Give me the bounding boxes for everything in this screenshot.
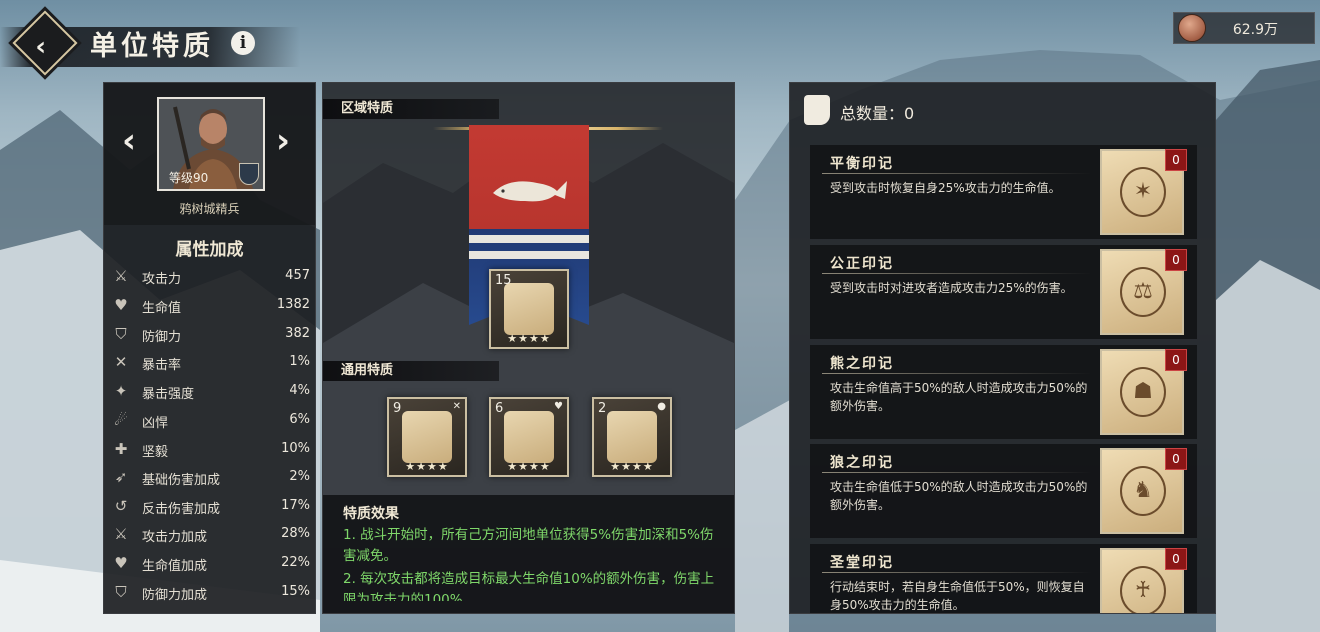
info-icon[interactable]: i: [231, 31, 255, 55]
banner-stripe: [469, 251, 589, 259]
stat-row-health: ♥ 生命值 1382: [112, 293, 310, 317]
counter-damage-icon: ↺: [114, 497, 128, 515]
stat-row-attack-bonus: ⚔ 攻击力加成 28%: [112, 522, 310, 546]
fortitude-icon: ✚: [114, 440, 128, 458]
dagger-scroll-icon: [504, 411, 554, 463]
currency-value: 62.9万: [1232, 22, 1278, 38]
trait-type-icon: ♥: [554, 401, 563, 412]
traits-panel: 区域特质 15 ★★★★ 通用特质 9 ✕ ★★★★ 6 ♥ ★★★★ 2 ● …: [322, 82, 735, 614]
scales-emblem-icon: ⚖: [1120, 267, 1166, 317]
maiden-emblem-icon: ♰: [1120, 566, 1166, 613]
trait-type-icon: ●: [657, 401, 666, 412]
sword-icon: ⚔: [114, 267, 128, 285]
back-arrow-icon: ‹: [35, 32, 47, 63]
coin-icon: [1178, 14, 1206, 42]
stat-row-defense-bonus: ⛉ 防御力加成 15%: [112, 580, 310, 604]
top-bar: ‹ 单位特质 i: [0, 10, 1320, 76]
ferocity-icon: ☄: [114, 411, 128, 429]
dagger-scroll-icon: [402, 411, 452, 463]
general-trait-card[interactable]: 6 ♥ ★★★★: [489, 397, 569, 477]
trait-effects-title: 特质效果: [343, 506, 399, 522]
general-trait-card[interactable]: 2 ● ★★★★: [592, 397, 672, 477]
stat-row-ferocity: ☄ 凶悍 6%: [112, 408, 310, 432]
heart-icon: ♥: [114, 296, 128, 314]
general-traits-header: 通用特质: [323, 361, 499, 381]
trait-effects-box[interactable]: 特质效果 1. 战斗开始时，所有己方河间地单位获得5%伤害加深和5%伤害减免。 …: [323, 495, 734, 613]
defense-bonus-icon: ⛉: [115, 583, 127, 601]
trait-stars: ★★★★: [507, 332, 551, 345]
stat-row-counter-damage: ↺ 反击伤害加成 17%: [112, 494, 310, 518]
wolf-emblem-icon: ♞: [1120, 466, 1166, 516]
unit-name: 鸦树城精兵: [179, 202, 240, 216]
trait-type-icon: ✕: [452, 401, 461, 412]
base-damage-icon: ➶: [114, 468, 128, 486]
general-trait-card[interactable]: 9 ✕ ★★★★: [387, 397, 467, 477]
prev-unit-button[interactable]: ‹: [122, 121, 136, 161]
next-unit-button[interactable]: ›: [276, 121, 290, 161]
banner-stripe: [469, 235, 589, 243]
regional-trait-card[interactable]: 15 ★★★★: [489, 269, 569, 349]
attack-bonus-icon: ⚔: [114, 525, 128, 543]
seals-panel: 总数量：0 平衡印记 受到攻击时恢复自身25%攻击力的生命值。 ✶ 0 公正印记…: [789, 82, 1216, 614]
trait-scroll-icon: [504, 283, 554, 335]
stat-row-crit-strength: ✦ 暴击强度 4%: [112, 379, 310, 403]
seal-count-badge: 0: [1165, 548, 1187, 570]
star-emblem-icon: ✶: [1120, 167, 1166, 217]
shield-icon: ⛉: [115, 325, 127, 343]
stat-row-fortitude: ✚ 坚毅 10%: [112, 437, 310, 461]
attributes-title: 属性加成: [175, 240, 244, 260]
regional-traits-header: 区域特质: [323, 99, 499, 119]
stat-row-crit-rate: ✕ 暴击率 1%: [112, 350, 310, 374]
scroll-icon: [804, 95, 830, 125]
trait-count: 15: [495, 273, 512, 288]
unit-attributes-panel: ‹ 等级90 › 鸦树城精兵 属性加成 ⚔ 攻击力 457 ♥ 生命值 1382 ⛉ 防御…: [103, 82, 316, 614]
seal-item[interactable]: 公正印记 受到攻击时对进攻者造成攻击力25%的伤害。 ⚖ 0: [810, 245, 1197, 339]
currency-display: 62.9万: [1173, 12, 1315, 44]
trait-effect-line: 2. 每次攻击都将造成目标最大生命值10%的额外伤害，伤害上限为攻击力的100%: [343, 571, 715, 601]
seal-item[interactable]: 圣堂印记 行动结束时，若自身生命值低于50%，则恢复自身50%攻击力的生命值。 …: [810, 544, 1197, 613]
seal-count-badge: 0: [1165, 149, 1187, 171]
page-title: 单位特质: [90, 31, 214, 62]
seal-item[interactable]: 熊之印记 攻击生命值高于50%的敌人时造成攻击力50%的额外伤害。 ☗ 0: [810, 345, 1197, 439]
unit-selector: ‹ 等级90 › 鸦树城精兵: [104, 83, 315, 225]
seal-count-badge: 0: [1165, 249, 1187, 271]
stat-row-attack: ⚔ 攻击力 457: [112, 264, 310, 288]
crit-rate-icon: ✕: [114, 353, 128, 371]
seal-item[interactable]: 平衡印记 受到攻击时恢复自身25%攻击力的生命值。 ✶ 0: [810, 145, 1197, 239]
unit-portrait[interactable]: 等级90: [157, 97, 265, 191]
crit-strength-icon: ✦: [114, 382, 128, 400]
faction-badge-icon: [239, 163, 259, 185]
bear-emblem-icon: ☗: [1120, 367, 1166, 417]
health-bonus-icon: ♥: [114, 554, 128, 572]
dagger-scroll-icon: [607, 411, 657, 463]
stat-row-health-bonus: ♥ 生命值加成 22%: [112, 551, 310, 575]
trout-icon: [493, 181, 567, 202]
trait-effect-line: 1. 战斗开始时，所有己方河间地单位获得5%伤害加深和5%伤害减免。: [343, 527, 714, 564]
unit-level: 等级90: [169, 171, 209, 185]
seal-count-badge: 0: [1165, 448, 1187, 470]
seals-total: 总数量：0: [840, 104, 915, 123]
seal-count-badge: 0: [1165, 349, 1187, 371]
stat-row-defense: ⛉ 防御力 382: [112, 322, 310, 346]
seal-item[interactable]: 狼之印记 攻击生命值低于50%的敌人时造成攻击力50%的额外伤害。 ♞ 0: [810, 444, 1197, 538]
stat-row-base-damage: ➶ 基础伤害加成 2%: [112, 465, 310, 489]
